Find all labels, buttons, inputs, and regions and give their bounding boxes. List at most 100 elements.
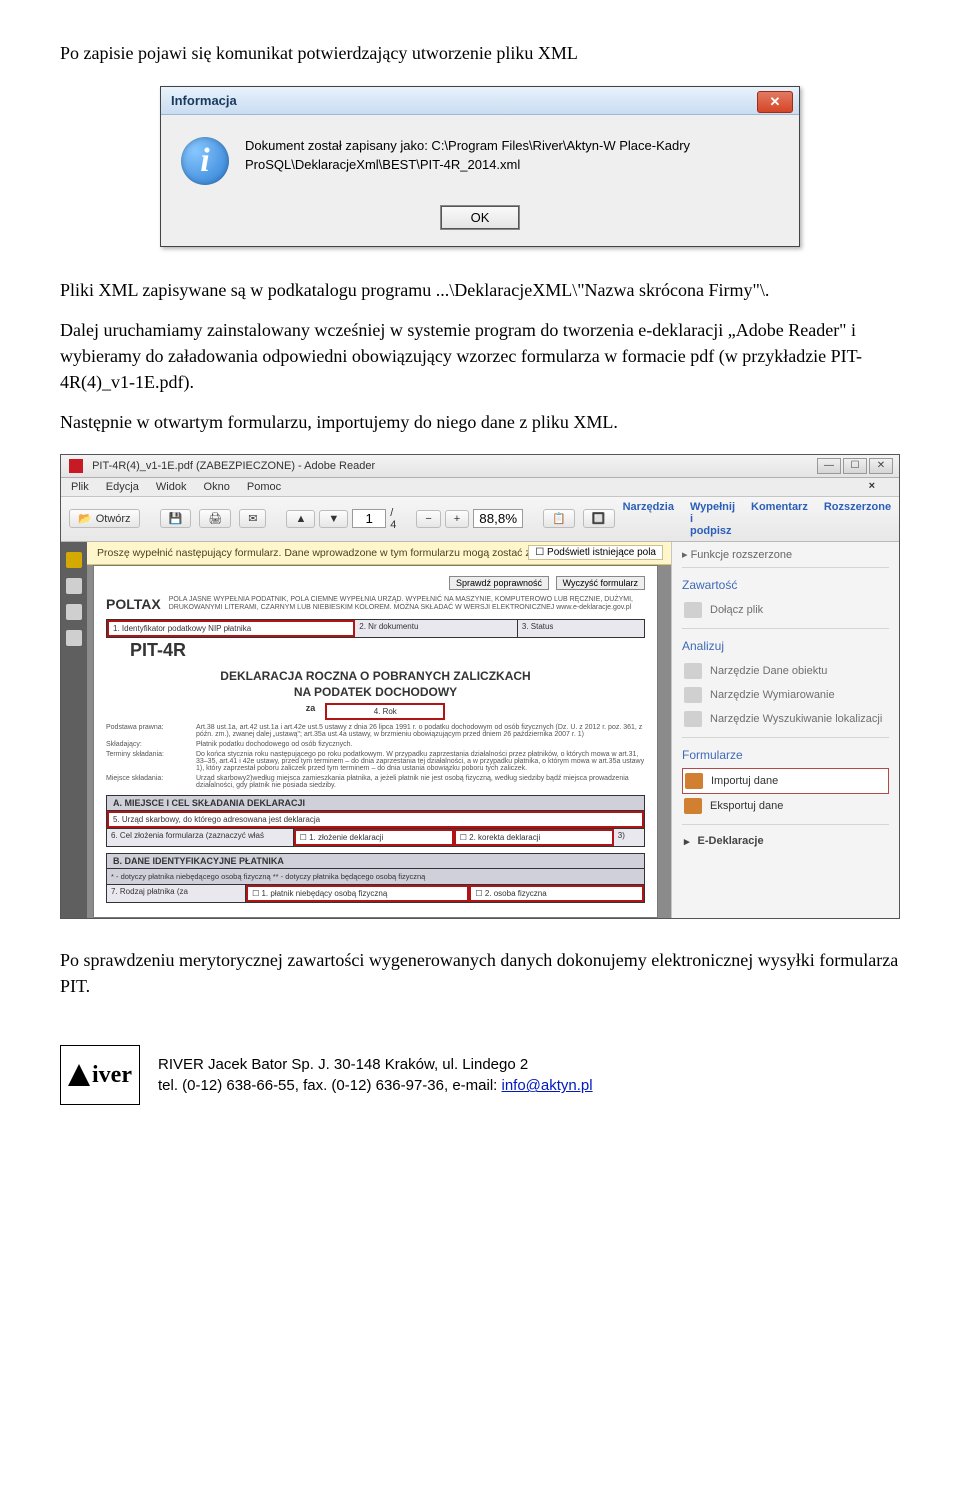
field-7-label: 7. Rodzaj płatnika (za (107, 885, 246, 902)
clip-icon (684, 602, 702, 618)
section-b-footnote: * - dotyczy płatnika niebędącego osobą f… (107, 869, 644, 884)
item-lokaliz: Narzędzie Wyszukiwanie lokalizacji (682, 707, 889, 731)
reader-sidebar-icons (61, 542, 87, 919)
page-number-input[interactable] (352, 509, 386, 528)
page-up-icon[interactable]: ▲ (286, 510, 315, 528)
field-7-opt2[interactable]: ☐ 2. osoba fizyczna (469, 885, 644, 902)
poltax-label: POLTAX (106, 596, 161, 612)
menu-pomoc[interactable]: Pomoc (247, 481, 281, 493)
sidebar-icon-4[interactable] (66, 630, 82, 646)
group-edeklaracje[interactable]: ▸ E-Deklaracje (682, 831, 889, 852)
mail-icon[interactable]: ✉ (239, 509, 266, 528)
geo-icon (684, 711, 702, 727)
sidebar-icon-3[interactable] (66, 604, 82, 620)
sidebar-icon-2[interactable] (66, 578, 82, 594)
dialog-message: Dokument został zapisany jako: C:\Progra… (245, 137, 690, 175)
field-5-urzad[interactable]: 5. Urząd skarbowy, do którego adresowana… (107, 811, 644, 828)
tool1-icon[interactable]: 📋 (543, 509, 575, 528)
field-6-opt2[interactable]: ☐ 2. korekta deklaracji (454, 829, 614, 846)
close-button[interactable]: ✕ (869, 458, 893, 474)
zoom-in-icon[interactable]: + (445, 510, 469, 528)
info-dialog: Informacja ✕ i Dokument został zapisany … (160, 86, 800, 247)
legal-grid: Podstawa prawna:Art.38 ust.1a, art.42 us… (106, 724, 645, 789)
pdf-page: Sprawdź poprawność Wyczyść formularz POL… (93, 565, 658, 919)
field-7-opt1[interactable]: ☐ 1. płatnik niebędący osobą fizyczną (246, 885, 469, 902)
field-1-nip[interactable]: 1. Identyfikator podatkowy NIP płatnika (107, 620, 355, 637)
form-info-bar: Proszę wypełnić następujący formularz. D… (87, 542, 671, 565)
maximize-button[interactable]: ☐ (843, 458, 867, 474)
print-icon[interactable]: 🖨 (199, 509, 231, 528)
adobe-reader-window: PIT-4R(4)_v1-1E.pdf (ZABEZPIECZONE) - Ad… (60, 454, 900, 920)
item-import[interactable]: Importuj dane (682, 768, 889, 794)
field-6-opt1[interactable]: ☐ 1. złożenie deklaracji (294, 829, 454, 846)
item-obiekt: Narzędzie Dane obiektu (682, 659, 889, 683)
import-icon (685, 773, 703, 789)
obj-icon (684, 663, 702, 679)
field-6-label: 6. Cel złożenia formularza (zaznaczyć wł… (107, 829, 294, 846)
adobe-icon (69, 459, 83, 473)
item-dolacz: Dołącz plik (682, 598, 889, 622)
poltax-description: POLA JASNE WYPEŁNIA PODATNIK, POLA CIEMN… (169, 596, 645, 614)
group-formularze: Formularze (682, 748, 889, 762)
folder-icon: 📂 (78, 512, 92, 525)
menu-okno[interactable]: Okno (204, 481, 230, 493)
body-paragraph-2: Dalej uruchamiamy zainstalowany wcześnie… (60, 317, 900, 395)
group-analizuj: Analizuj (682, 639, 889, 653)
ok-button[interactable]: OK (440, 205, 521, 230)
open-button[interactable]: 📂 Otwórz (69, 509, 140, 528)
path-paragraph: Pliki XML zapisywane są w podkatalogu pr… (60, 277, 900, 303)
footer-text: RIVER Jacek Bator Sp. J. 30-148 Kraków, … (158, 1054, 593, 1096)
menu-edycja[interactable]: Edycja (106, 481, 139, 493)
item-export[interactable]: Eksportuj dane (682, 794, 889, 818)
footer-email-link[interactable]: info@aktyn.pl (502, 1077, 593, 1094)
link-rozszerzone[interactable]: Rozszerzone (824, 501, 891, 537)
pit4r-title: PIT-4R (130, 640, 645, 661)
section-b-header: B. DANE IDENTYFIKACYJNE PŁATNIKA (106, 853, 645, 869)
menu-plik[interactable]: Plik (71, 481, 89, 493)
reader-toolbar: 📂 Otwórz 💾 🖨 ✉ ▲ ▼ / 4 − + 📋 🔲 Narzędzia… (61, 497, 899, 542)
dialog-titlebar: Informacja ✕ (161, 87, 799, 115)
zoom-out-icon[interactable]: − (416, 510, 440, 528)
dialog-title-text: Informacja (171, 93, 237, 108)
link-wypelnij[interactable]: Wypełnij i podpisz (690, 501, 735, 537)
tab-close-icon[interactable]: × (869, 480, 875, 492)
tool2-icon[interactable]: 🔲 (583, 509, 615, 528)
field-2-nr: 2. Nr dokumentu (355, 620, 518, 637)
declaration-title-2: NA PODATEK DOCHODOWY (106, 685, 645, 699)
dialog-close-button[interactable]: ✕ (757, 91, 793, 113)
clear-button[interactable]: Wyczyść formularz (556, 576, 645, 590)
intro-paragraph-1: Po zapisie pojawi się komunikat potwierd… (60, 40, 900, 66)
section-a-header: A. MIEJSCE I CEL SKŁADANIA DEKLARACJI (106, 795, 645, 811)
zoom-input[interactable] (473, 509, 523, 528)
document-area: Proszę wypełnić następujący formularz. D… (87, 542, 671, 919)
export-icon (684, 798, 702, 814)
field-4-rok[interactable]: 4. Rok (325, 703, 445, 720)
reader-titlebar: PIT-4R(4)_v1-1E.pdf (ZABEZPIECZONE) - Ad… (61, 455, 899, 478)
panel-title: Funkcje rozszerzone (691, 549, 793, 561)
reader-title: PIT-4R(4)_v1-1E.pdf (ZABEZPIECZONE) - Ad… (92, 459, 375, 471)
check-button[interactable]: Sprawdź poprawność (449, 576, 549, 590)
link-narzedzia[interactable]: Narzędzia (623, 501, 674, 537)
item-wymiar: Narzędzie Wymiarowanie (682, 683, 889, 707)
page-total: / 4 (390, 507, 396, 531)
link-komentarz[interactable]: Komentarz (751, 501, 808, 537)
minimize-button[interactable]: — (817, 458, 841, 474)
menu-widok[interactable]: Widok (156, 481, 187, 493)
body-paragraph-3: Następnie w otwartym formularzu, importu… (60, 409, 900, 435)
declaration-title-1: DEKLARACJA ROCZNA O POBRANYCH ZALICZKACH (106, 669, 645, 683)
river-logo: iver (60, 1045, 140, 1105)
page-down-icon[interactable]: ▼ (319, 510, 348, 528)
page-footer: iver RIVER Jacek Bator Sp. J. 30-148 Kra… (60, 1045, 900, 1105)
save-copy-icon[interactable]: 💾 (160, 509, 192, 528)
group-zawartosc: Zawartość (682, 578, 889, 592)
za-label: za (306, 703, 316, 713)
ruler-icon (684, 687, 702, 703)
reader-menubar: Plik Edycja Widok Okno Pomoc × (61, 478, 899, 497)
info-icon: i (181, 137, 229, 185)
highlight-fields-button[interactable]: ☐ Podświetl istniejące pola (528, 545, 663, 560)
sidebar-icon-1[interactable] (66, 552, 82, 568)
field-3-status: 3. Status (518, 620, 644, 637)
closing-paragraph: Po sprawdzeniu merytorycznej zawartości … (60, 947, 900, 999)
field-6-sup: 3) (614, 829, 644, 846)
reader-right-panel: ▸ Funkcje rozszerzone Zawartość Dołącz p… (671, 542, 899, 919)
